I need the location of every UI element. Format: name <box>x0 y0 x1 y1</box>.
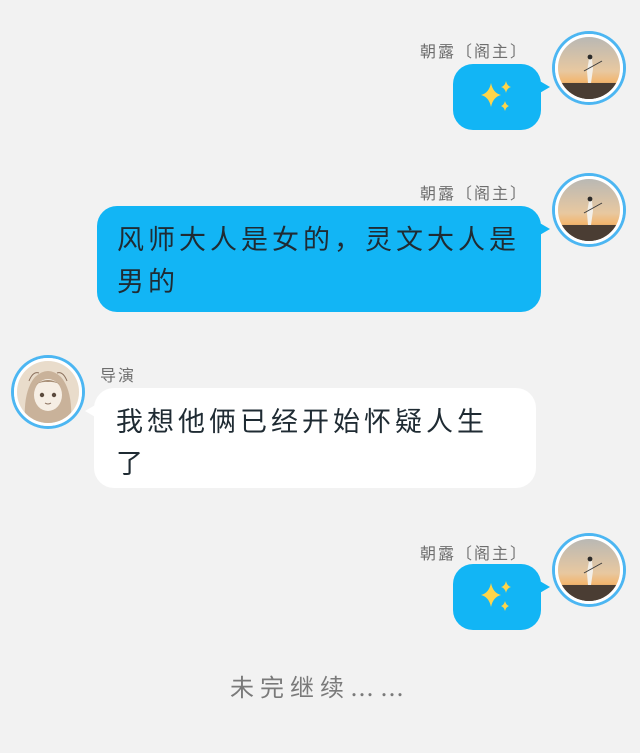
avatar-sunset-figure-image <box>558 179 620 241</box>
avatar-sketch-character-image <box>17 361 79 423</box>
sender-name: 朝露〔阁主〕 <box>419 544 528 563</box>
sender-name: 导演 <box>100 366 137 385</box>
avatar[interactable] <box>555 34 623 102</box>
message-bubble[interactable]: 风师大人是女的，灵文大人是男的 <box>97 206 550 312</box>
avatar-sunset-figure-image <box>558 539 620 601</box>
message-bubble[interactable] <box>453 64 550 130</box>
sender-name: 朝露〔阁主〕 <box>419 184 528 203</box>
sender-name: 朝露〔阁主〕 <box>419 42 528 61</box>
avatar-sunset-figure-image <box>558 37 620 99</box>
message-text: 我想他俩已经开始怀疑人生了 <box>116 407 488 480</box>
avatar[interactable] <box>14 358 82 426</box>
footer-caption: 未完继续…… <box>230 674 410 702</box>
message-text: 风师大人是女的，灵文大人是男的 <box>117 225 520 298</box>
sparkles-icon <box>481 81 511 111</box>
sparkles-icon <box>481 581 511 611</box>
message-bubble[interactable] <box>453 564 550 630</box>
avatar[interactable] <box>555 176 623 244</box>
message-bubble[interactable]: 我想他俩已经开始怀疑人生了 <box>85 388 536 488</box>
avatar[interactable] <box>555 536 623 604</box>
